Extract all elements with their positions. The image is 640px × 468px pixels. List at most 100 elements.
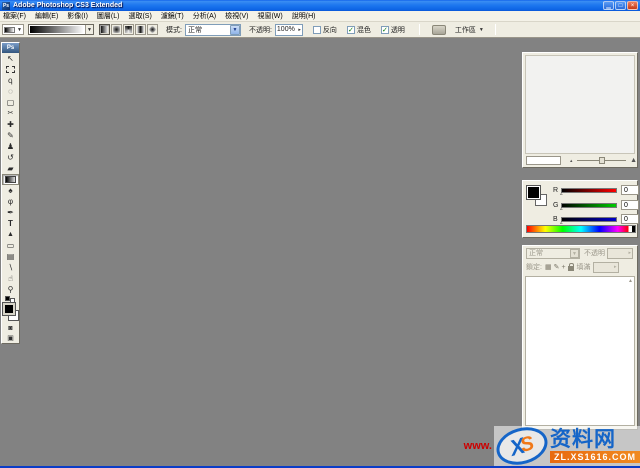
clone-stamp-tool[interactable]: ♟ [2, 141, 19, 152]
reverse-checkbox[interactable] [313, 26, 321, 34]
zoom-out-icon[interactable]: ▲ [569, 158, 573, 163]
screen-mode-button[interactable]: ▣ [2, 333, 19, 343]
layer-fill-field[interactable]: ▸ [593, 262, 619, 273]
hand-tool[interactable]: ☝ [2, 273, 19, 284]
quick-mask-button[interactable]: ◙ [2, 323, 19, 333]
photoshop-app-icon: Ps [2, 2, 10, 10]
slider-thumb-icon[interactable]: ▵ [560, 191, 563, 197]
default-colors-button[interactable] [2, 295, 19, 303]
path-selection-icon: ▲ [7, 230, 14, 239]
workspace-button[interactable]: 工作區 ▼ [452, 24, 487, 36]
menu-file[interactable]: 檔案(F) [3, 11, 26, 21]
close-button[interactable]: × [627, 1, 638, 10]
radial-gradient-button[interactable] [111, 24, 122, 35]
photoshop-window: Ps Adobe Photoshop CS3 Extended ▁ □ × 檔案… [0, 0, 640, 468]
pen-tool[interactable]: ✒ [2, 207, 19, 218]
path-selection-tool[interactable]: ▲ [2, 229, 19, 240]
blend-mode-select[interactable]: 正常 ▼ [185, 24, 241, 36]
eraser-icon: ▰ [7, 164, 13, 173]
slider-thumb-icon[interactable]: ▵ [560, 206, 563, 212]
navigator-preview [525, 55, 635, 154]
menu-layer[interactable]: 圖層(L) [97, 11, 120, 21]
type-tool[interactable]: T [2, 218, 19, 229]
dodge-tool[interactable]: φ [2, 196, 19, 207]
lock-position-icon[interactable]: + [561, 264, 565, 271]
history-brush-tool[interactable]: ↺ [2, 152, 19, 163]
eyedropper-icon: ∖ [8, 263, 13, 272]
linear-gradient-icon [101, 26, 108, 33]
chevron-down-icon: ▼ [230, 25, 240, 35]
slider-arrow-icon[interactable]: ▸ [298, 27, 301, 33]
green-value-field[interactable]: 0 [621, 200, 639, 210]
navigator-zoom-slider[interactable] [577, 156, 626, 165]
rectangular-marquee-tool[interactable] [2, 64, 19, 75]
red-value-field[interactable]: 0 [621, 185, 639, 195]
transparency-checkbox[interactable]: ✓ [381, 26, 389, 34]
reflected-gradient-button[interactable] [135, 24, 146, 35]
menu-filter[interactable]: 濾鏡(T) [161, 11, 184, 21]
opacity-label: 不透明: [249, 25, 272, 35]
menu-view[interactable]: 檢視(V) [225, 11, 248, 21]
blue-value-field[interactable]: 0 [621, 214, 639, 224]
tool-preset-picker[interactable]: ▼ [2, 24, 24, 35]
opacity-field[interactable]: 100% ▸ [275, 24, 303, 36]
zoom-in-icon[interactable]: ▲ [630, 157, 637, 164]
blue-slider[interactable]: ▵ [561, 217, 617, 222]
navigator-zoom-field[interactable] [526, 156, 561, 165]
slice-tool[interactable]: ✂ [2, 108, 19, 119]
scroll-up-icon[interactable]: ▲ [628, 278, 633, 284]
healing-brush-icon: ✚ [7, 120, 14, 129]
color-spectrum-ramp[interactable] [526, 225, 636, 233]
crop-tool[interactable]: ▢ [2, 97, 19, 108]
foreground-color-swatch[interactable] [527, 186, 540, 199]
layers-list[interactable]: ▲ [525, 276, 635, 426]
gradient-preset-icon [4, 27, 15, 33]
layer-blend-mode-select[interactable]: 正常 ▼ [526, 248, 580, 259]
menu-image[interactable]: 影像(I) [67, 11, 88, 21]
layer-opacity-field[interactable]: ▸ [607, 248, 633, 259]
lock-all-icon[interactable] [568, 266, 574, 271]
eraser-tool[interactable]: ▰ [2, 163, 19, 174]
linear-gradient-button[interactable] [99, 24, 110, 35]
quick-selection-tool[interactable]: ◌ [2, 86, 19, 97]
fill-label: 填滿 [577, 262, 591, 272]
blur-tool[interactable]: ♠ [2, 185, 19, 196]
diamond-gradient-button[interactable] [147, 24, 158, 35]
notes-tool[interactable]: ▤ [2, 251, 19, 262]
menu-edit[interactable]: 編輯(E) [35, 11, 58, 21]
angle-gradient-button[interactable] [123, 24, 134, 35]
menu-help[interactable]: 說明(H) [292, 11, 316, 21]
dither-checkbox[interactable]: ✓ [347, 26, 355, 34]
lock-label: 鎖定: [526, 262, 542, 272]
minimize-button[interactable]: ▁ [603, 1, 614, 10]
lock-transparency-icon[interactable]: ▦ [545, 263, 552, 271]
slider-arrow-icon: ▸ [614, 264, 617, 270]
restore-button[interactable]: □ [615, 1, 626, 10]
menu-analysis[interactable]: 分析(A) [193, 11, 216, 21]
eyedropper-tool[interactable]: ∖ [2, 262, 19, 273]
bridge-icon[interactable] [432, 25, 446, 35]
lock-pixels-icon[interactable]: ✎ [554, 263, 560, 271]
zoom-tool[interactable]: ⚲ [2, 284, 19, 295]
watermark: www. X S 资料网 ZL.XS1616.COM [464, 426, 640, 466]
foreground-color-swatch[interactable] [3, 303, 15, 315]
toolbox: Ps ↖ ρ ◌ ▢ ✂ ✚ ✎ ♟ ↺ ▰ ♠ φ ✒ T ▲ ▭ ▤ ∖ ☝… [1, 42, 20, 344]
color-swatches [2, 303, 19, 323]
lasso-tool[interactable]: ρ [2, 75, 19, 86]
opacity-value: 100% [277, 26, 295, 33]
zoom-icon: ⚲ [8, 285, 14, 294]
toolbox-ps-logo: Ps [2, 43, 19, 53]
spot-healing-brush-tool[interactable]: ✚ [2, 119, 19, 130]
gradient-tool[interactable] [2, 174, 19, 185]
red-slider[interactable]: ▵ [561, 188, 617, 193]
slider-thumb[interactable] [599, 157, 605, 164]
menu-window[interactable]: 視窗(W) [257, 11, 282, 21]
type-icon: T [8, 219, 13, 228]
shape-tool[interactable]: ▭ [2, 240, 19, 251]
gradient-dropdown-arrow-icon[interactable]: ▼ [85, 25, 93, 34]
green-slider[interactable]: ▵ [561, 203, 617, 208]
move-tool[interactable]: ↖ [2, 53, 19, 64]
gradient-picker[interactable]: ▼ [28, 24, 94, 35]
brush-tool[interactable]: ✎ [2, 130, 19, 141]
menu-select[interactable]: 選取(S) [128, 11, 151, 21]
